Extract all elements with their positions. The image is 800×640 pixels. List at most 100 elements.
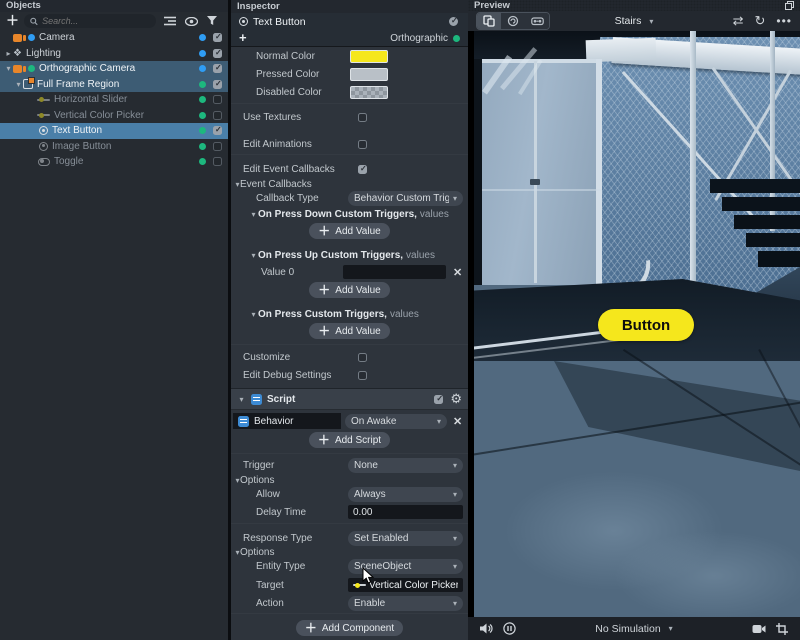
dropdown-value: Enable bbox=[354, 598, 449, 609]
value0-input[interactable] bbox=[343, 265, 446, 279]
status-dot[interactable] bbox=[199, 81, 206, 88]
chevron-down-icon[interactable]: ▾ bbox=[4, 64, 13, 73]
tree-item-text-button[interactable]: Text Button bbox=[0, 123, 228, 139]
action-dropdown[interactable]: Enable▾ bbox=[348, 596, 463, 611]
section-label: On Press Down Custom Triggers, bbox=[258, 209, 417, 220]
allow-dropdown[interactable]: Always▾ bbox=[348, 487, 463, 502]
object-enabled-checkbox[interactable] bbox=[449, 17, 458, 26]
lens-preview-button[interactable] bbox=[501, 13, 525, 29]
filter-icon[interactable] bbox=[205, 14, 219, 28]
preview-mode-group bbox=[476, 12, 550, 30]
spectacles-preview-button[interactable] bbox=[525, 13, 549, 29]
search-input[interactable] bbox=[42, 16, 150, 26]
add-value-button[interactable]: ＋Add Value bbox=[309, 323, 389, 339]
trigger-dropdown[interactable]: None▾ bbox=[348, 458, 463, 473]
chevron-down-icon[interactable]: ▾ bbox=[231, 180, 240, 189]
status-dot[interactable] bbox=[199, 50, 206, 57]
behavior-event-dropdown[interactable]: On Awake ▾ bbox=[345, 414, 447, 429]
status-dot[interactable] bbox=[199, 112, 206, 119]
tree-item-orthographic-camera[interactable]: ▾ Orthographic Camera bbox=[0, 61, 228, 77]
normal-color-swatch[interactable] bbox=[350, 50, 388, 63]
tree-item-vertical-color-picker[interactable]: Vertical Color Picker bbox=[0, 108, 228, 124]
preview-text-button[interactable]: Button bbox=[598, 309, 694, 341]
disabled-color-swatch[interactable] bbox=[350, 86, 388, 99]
add-object-button[interactable]: ＋ bbox=[6, 14, 19, 28]
tree-item-full-frame-region[interactable]: ▾ Full Frame Region bbox=[0, 77, 228, 93]
scene-selector-dropdown[interactable]: Stairs ▾ bbox=[615, 15, 654, 27]
tree-item-camera[interactable]: Camera bbox=[0, 30, 228, 46]
preview-viewport[interactable]: Button bbox=[474, 31, 800, 617]
remove-script-icon[interactable]: ✕ bbox=[453, 415, 462, 428]
enabled-checkbox[interactable] bbox=[213, 49, 222, 58]
tree-item-toggle[interactable]: Toggle bbox=[0, 154, 228, 170]
more-options-icon[interactable]: ••• bbox=[776, 14, 792, 28]
enabled-checkbox[interactable] bbox=[213, 80, 222, 89]
enabled-checkbox[interactable] bbox=[213, 64, 222, 73]
edit-debug-checkbox[interactable] bbox=[358, 371, 367, 380]
popout-icon[interactable] bbox=[785, 1, 794, 10]
script-enabled-checkbox[interactable] bbox=[434, 395, 443, 404]
speaker-icon[interactable] bbox=[480, 623, 493, 634]
enabled-checkbox[interactable] bbox=[213, 157, 222, 166]
pressed-color-swatch[interactable] bbox=[350, 68, 388, 81]
overlay-preview-button[interactable] bbox=[477, 13, 501, 29]
chevron-down-icon[interactable]: ▾ bbox=[249, 310, 258, 319]
chevron-down-icon[interactable]: ▾ bbox=[237, 395, 246, 404]
spectacles-icon bbox=[531, 16, 544, 27]
rotate-icon[interactable]: ↻ bbox=[754, 13, 765, 29]
tree-item-image-button[interactable]: Image Button bbox=[0, 139, 228, 155]
simulation-dropdown[interactable]: No Simulation ▾ bbox=[595, 623, 672, 635]
chevron-down-icon[interactable]: ▾ bbox=[231, 548, 240, 557]
status-dot[interactable] bbox=[199, 96, 206, 103]
add-value-button[interactable]: ＋Add Value bbox=[309, 282, 389, 298]
visibility-eye-icon[interactable] bbox=[184, 14, 198, 28]
pause-icon[interactable] bbox=[503, 622, 516, 635]
swap-camera-icon[interactable]: ⇄ bbox=[733, 13, 744, 29]
callback-type-dropdown[interactable]: Behavior Custom Trigger ▾ bbox=[348, 191, 463, 206]
tree-item-horizontal-slider[interactable]: Horizontal Slider bbox=[0, 92, 228, 108]
button-label: Add Script bbox=[335, 435, 381, 446]
chevron-right-icon[interactable]: ▸ bbox=[4, 49, 13, 58]
status-dot[interactable] bbox=[199, 143, 206, 150]
use-textures-checkbox[interactable] bbox=[358, 113, 367, 122]
hierarchy-view-icon[interactable] bbox=[163, 14, 177, 28]
enabled-checkbox[interactable] bbox=[213, 142, 222, 151]
dropdown-value: Always bbox=[354, 489, 449, 500]
on-press-down-section[interactable]: ▾ On Press Down Custom Triggers, values bbox=[231, 206, 468, 222]
enabled-checkbox[interactable] bbox=[213, 33, 222, 42]
add-button[interactable]: + bbox=[239, 31, 247, 45]
chevron-down-icon[interactable]: ▾ bbox=[14, 80, 23, 89]
add-value-button[interactable]: ＋Add Value bbox=[309, 223, 389, 239]
screenshot-crop-icon[interactable] bbox=[776, 623, 788, 635]
gear-icon[interactable]: ⚙ bbox=[450, 393, 462, 405]
enabled-checkbox[interactable] bbox=[213, 95, 222, 104]
behavior-script-chip[interactable]: Behavior bbox=[233, 413, 341, 429]
script-component-header[interactable]: ▾ Script ⚙ bbox=[231, 388, 468, 410]
status-dot[interactable] bbox=[199, 127, 206, 134]
status-dot[interactable] bbox=[199, 34, 206, 41]
edit-animations-checkbox[interactable] bbox=[358, 140, 367, 149]
section-label: Event Callbacks bbox=[240, 179, 312, 190]
customize-checkbox[interactable] bbox=[358, 353, 367, 362]
tree-item-lighting[interactable]: ▸ ❖ Lighting bbox=[0, 46, 228, 62]
add-component-button[interactable]: ＋Add Component bbox=[296, 620, 403, 636]
remove-value-icon[interactable]: ✕ bbox=[453, 266, 462, 279]
status-dot[interactable] bbox=[199, 65, 206, 72]
delay-time-input[interactable]: 0.00 bbox=[348, 505, 463, 519]
enabled-checkbox[interactable] bbox=[213, 126, 222, 135]
on-press-section[interactable]: ▾ On Press Custom Triggers, values bbox=[231, 306, 468, 322]
on-press-up-section[interactable]: ▾ On Press Up Custom Triggers, values bbox=[231, 247, 468, 263]
edit-event-callbacks-checkbox[interactable] bbox=[358, 165, 367, 174]
pressed-color-row: Pressed Color bbox=[231, 66, 468, 82]
chevron-down-icon[interactable]: ▾ bbox=[249, 210, 258, 219]
enabled-checkbox[interactable] bbox=[213, 111, 222, 120]
webcam-icon[interactable] bbox=[752, 624, 766, 634]
search-box[interactable] bbox=[24, 14, 156, 28]
status-dot[interactable] bbox=[199, 158, 206, 165]
add-component-row: ＋Add Component bbox=[231, 620, 468, 636]
chevron-down-icon[interactable]: ▾ bbox=[249, 251, 258, 260]
photo-stair-step bbox=[722, 197, 800, 211]
add-script-button[interactable]: ＋Add Script bbox=[309, 432, 390, 448]
tree-item-label: Vertical Color Picker bbox=[54, 110, 144, 121]
chevron-down-icon[interactable]: ▾ bbox=[231, 476, 240, 485]
